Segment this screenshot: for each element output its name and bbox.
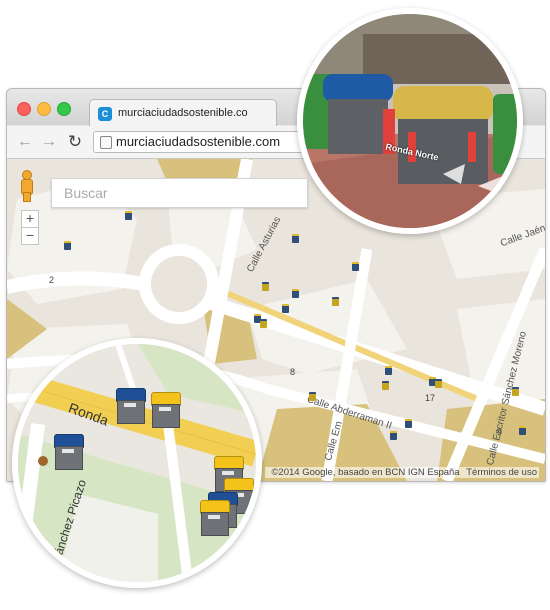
bin-marker-icon[interactable] [332, 297, 339, 306]
address-url: murciaciudadsostenible.com [116, 134, 281, 149]
block-number: 8 [290, 367, 296, 377]
back-arrow-icon[interactable]: ← [15, 132, 35, 152]
browser-tab[interactable]: C murciaciudadsostenible.co [89, 99, 277, 128]
bin-marker-icon[interactable] [390, 431, 397, 440]
attribution-text: ©2014 Google, basado en BCN IGN España [271, 467, 460, 478]
bin-marker-icon[interactable] [54, 434, 84, 470]
bin-marker-icon[interactable] [282, 304, 289, 313]
bin-marker-icon[interactable] [125, 211, 132, 220]
bin-marker-icon[interactable] [260, 319, 267, 328]
poi-marker-icon[interactable] [38, 456, 48, 466]
forward-arrow-icon[interactable]: → [39, 132, 59, 152]
zoom-in-button[interactable]: + [21, 210, 39, 228]
zoom-out-button[interactable]: − [21, 227, 39, 245]
map-search-box [51, 178, 308, 208]
block-number: 17 [425, 393, 436, 403]
bin-marker-icon[interactable] [200, 500, 230, 536]
street-view-image [303, 14, 517, 228]
bin-marker-icon[interactable] [382, 381, 389, 390]
street-view-pegman-icon[interactable] [19, 170, 33, 202]
bin-marker-icon[interactable] [435, 379, 442, 388]
map-attribution: ©2014 Google, basado en BCN IGN España T… [265, 467, 539, 478]
bin-marker-icon[interactable] [292, 289, 299, 298]
reload-icon[interactable]: ↻ [65, 132, 85, 152]
street-view-photo: Ronda Norte [297, 8, 523, 234]
bin-marker-icon[interactable] [292, 234, 299, 243]
bin-marker-icon[interactable] [309, 392, 316, 401]
bin-marker-icon[interactable] [385, 366, 392, 375]
bin-marker-icon[interactable] [262, 282, 269, 291]
bin-marker-icon[interactable] [519, 426, 526, 435]
bin-marker-icon[interactable] [64, 241, 71, 250]
page-icon [100, 136, 112, 149]
tab-title: murciaciudadsostenible.co [118, 107, 248, 119]
bin-marker-icon[interactable] [512, 387, 519, 396]
bin-marker-icon[interactable] [405, 419, 412, 428]
map-search-input[interactable] [62, 179, 296, 207]
bin-marker-icon[interactable] [116, 388, 146, 424]
close-window-button[interactable] [17, 102, 31, 116]
bin-marker-icon[interactable] [151, 392, 181, 428]
poi-marker-icon[interactable]: ⌂ [226, 374, 240, 388]
block-number: 2 [49, 275, 55, 285]
bin-marker-icon[interactable] [352, 262, 359, 271]
block-number: 9 [497, 427, 503, 437]
maximize-window-button[interactable] [57, 102, 71, 116]
minimize-window-button[interactable] [37, 102, 51, 116]
zoomed-map-detail: Ronda Sánchez Picazo ⌂ [12, 338, 262, 588]
site-favicon-icon: C [98, 107, 112, 121]
terms-link[interactable]: Términos de uso [466, 467, 537, 478]
